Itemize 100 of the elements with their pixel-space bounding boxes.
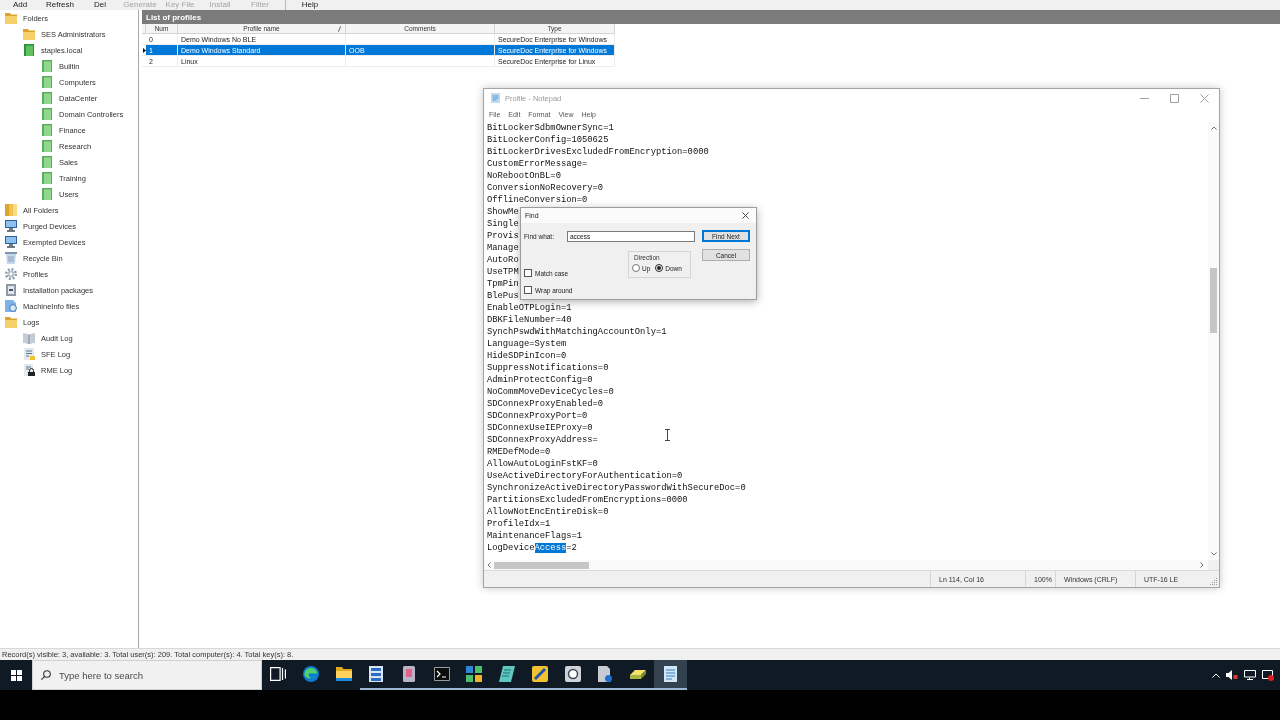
- vertical-scrollbar[interactable]: [1208, 122, 1219, 560]
- trash-bin-icon: [5, 252, 17, 264]
- chevron-right-icon: [1200, 562, 1204, 568]
- text-line: SynchronizeActiveDirectoryPasswordWithSecureDoc=0: [487, 483, 746, 493]
- text-line: Language=System: [487, 339, 567, 349]
- chevron-up-icon: [1210, 126, 1217, 130]
- panel-title: List of profiles: [142, 10, 1280, 24]
- folder-icon: [335, 667, 352, 681]
- search-icon: [41, 670, 51, 680]
- text-line: AllowAutoLoginFstKF=0: [487, 459, 598, 469]
- folder-icon: [41, 124, 53, 136]
- text-line: CustomErrorMessage=: [487, 159, 588, 169]
- text-line: Manage: [487, 243, 519, 253]
- scrollbar-thumb[interactable]: [494, 561, 589, 569]
- selected-text: Access: [534, 543, 567, 553]
- text-line: AutoRo: [487, 255, 519, 265]
- chevron-up-icon: [1212, 672, 1220, 678]
- start-icon: [10, 669, 22, 681]
- toolbar-button[interactable]: Help: [290, 0, 330, 10]
- horizontal-scrollbar[interactable]: [484, 560, 1219, 570]
- app-tile-icon: [531, 666, 548, 682]
- speaker-muted-icon: [1226, 670, 1238, 680]
- folder-icon: [5, 12, 17, 24]
- list-icon: [23, 348, 35, 360]
- folders-icon: [5, 204, 17, 216]
- folder-icon: [41, 92, 53, 104]
- book-icon: [23, 332, 35, 344]
- folder-icon: [41, 140, 53, 152]
- toolbar-button[interactable]: Refresh: [40, 0, 80, 10]
- task-view-icon: [270, 667, 287, 681]
- page-icon: [499, 666, 516, 682]
- text-line: NoRebootOnBL=0: [487, 171, 561, 181]
- folder-icon: [41, 188, 53, 200]
- folder-icon: [5, 316, 17, 328]
- row-pointer-icon: [142, 47, 146, 53]
- search-field[interactable]: Type here to search: [32, 660, 262, 690]
- text-line: SynchPswdWithMatchingAccountOnly=1: [487, 327, 667, 337]
- text-line: BitLockerSdbmOwnerSync=1: [487, 123, 614, 133]
- text-line: RMEDefMode=0: [487, 447, 551, 457]
- folder-icon: [41, 172, 53, 184]
- text-line: ConversionNoRecovery=0: [487, 183, 604, 193]
- text-line: ProfileIdx=1: [487, 519, 551, 529]
- app-tile-icon: [403, 666, 416, 682]
- text-line: OfflineConversion=0: [487, 195, 588, 205]
- text-line: BlePus: [487, 291, 519, 301]
- checkbox[interactable]: [524, 286, 532, 294]
- sort-icon: [338, 25, 341, 32]
- text-line: =2: [566, 543, 577, 553]
- folder-icon: [23, 44, 35, 56]
- text-line: SDConnexProxyAddress=: [487, 435, 598, 445]
- text-line: LogDevice: [487, 543, 535, 553]
- folder-icon: [41, 156, 53, 168]
- text-line: BitLockerConfig=1050625: [487, 135, 609, 145]
- taskbar-app-button[interactable]: [654, 660, 687, 690]
- toolbar-button[interactable]: Del: [80, 0, 120, 10]
- notepad-icon: [491, 93, 500, 103]
- checkbox[interactable]: [524, 269, 532, 277]
- notepad-icon: [664, 666, 678, 682]
- monitor-icon: [1244, 670, 1256, 680]
- radio-button[interactable]: [632, 264, 640, 272]
- computer-icon: [5, 236, 17, 248]
- text-line: ShowMe: [487, 207, 519, 217]
- lock-icon: [23, 364, 35, 376]
- text-line: UseActiveDirectoryForAuthentication=0: [487, 471, 683, 481]
- grid-icon: [466, 666, 483, 682]
- text-line: NoCommMoveDeviceCycles=0: [487, 387, 614, 397]
- radio-button[interactable]: [655, 264, 664, 272]
- package-icon: [5, 284, 17, 296]
- folder-icon: [41, 108, 53, 120]
- gear-icon: [5, 268, 17, 280]
- monitor-alert-icon: [1262, 669, 1274, 681]
- close-icon: [742, 212, 749, 219]
- text-line: Provis: [487, 231, 519, 241]
- minimize-icon: [1139, 97, 1149, 99]
- close-icon: [1199, 93, 1209, 103]
- text-line: Single: [487, 219, 519, 229]
- disc-icon: [564, 666, 581, 682]
- text-line: MaintenanceFlags=1: [487, 531, 583, 541]
- toolbar-button[interactable]: Add: [0, 0, 40, 10]
- server-icon: [369, 666, 384, 682]
- folder-icon: [23, 28, 35, 40]
- computer-icon: [5, 220, 17, 232]
- resize-grip-icon: [1210, 578, 1217, 585]
- text-line: SuppressNotifications=0: [487, 363, 609, 373]
- document-icon: [5, 300, 17, 312]
- text-line: DBKFileNumber=40: [487, 315, 572, 325]
- text-line: SDConnexProxyPort=0: [487, 411, 588, 421]
- text-cursor-icon: [665, 429, 670, 441]
- text-line: AdminProtectConfig=0: [487, 375, 593, 385]
- text-line: HideSDPinIcon=0: [487, 351, 567, 361]
- terminal-icon: [433, 667, 450, 681]
- document-icon: [598, 666, 613, 682]
- close-button[interactable]: [742, 212, 749, 219]
- drive-icon: [629, 669, 646, 679]
- browser-icon: [303, 666, 320, 682]
- scrollbar-thumb[interactable]: [1210, 268, 1217, 333]
- maximize-icon: [1169, 93, 1179, 103]
- text-line: BitLockerDrivesExcludedFromEncryption=0000: [487, 147, 709, 157]
- folder-icon: [41, 76, 53, 88]
- text-line: SDConnexProxyEnabled=0: [487, 399, 604, 409]
